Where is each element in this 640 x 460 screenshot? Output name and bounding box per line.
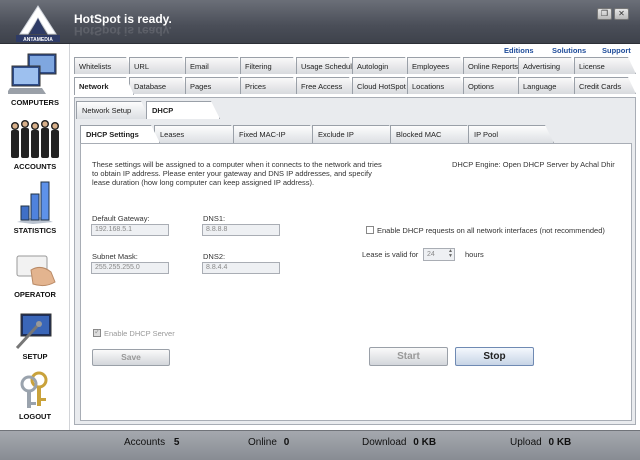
tab-database[interactable]: Database <box>129 77 190 94</box>
accounts-icon <box>11 120 59 158</box>
status-bar: Accounts 5 Online 0 Download 0 KB Upload… <box>0 430 640 460</box>
restore-button[interactable]: ❐ <box>597 8 612 20</box>
sidebar-item-label: OPERATOR <box>14 290 56 299</box>
lease-value: 24 <box>427 251 435 258</box>
tab-fixed-mac-ip[interactable]: Fixed MAC-IP <box>233 125 319 143</box>
online-label: Online <box>248 437 277 448</box>
stepper-arrows-icon[interactable]: ▲ ▼ <box>448 249 453 259</box>
operator-icon <box>16 255 56 287</box>
accounts-value: 5 <box>173 437 180 448</box>
lease-label: Lease is valid for <box>362 250 419 259</box>
tab-locations[interactable]: Locations <box>407 77 468 94</box>
tab-autologin[interactable]: Autologin <box>352 57 413 74</box>
lease-unit: hours <box>465 250 484 259</box>
app-title-reflection: HotSpot is ready. <box>74 24 172 38</box>
tab-url[interactable]: URL <box>129 57 190 74</box>
dns2-input[interactable]: 8.8.4.4 <box>202 262 280 274</box>
sidebar-item-accounts[interactable]: ACCOUNTS <box>0 118 70 171</box>
gateway-input[interactable]: 192.168.5.1 <box>91 224 169 236</box>
statistics-icon <box>17 181 53 224</box>
online-stat: Online 0 <box>248 437 289 448</box>
tab-network-setup[interactable]: Network Setup <box>76 101 150 119</box>
tab-row-1: Whitelists URL Email Filtering Usage Sch… <box>74 57 640 74</box>
gateway-label: Default Gateway: <box>92 214 150 223</box>
all-interfaces-label: Enable DHCP requests on all network inte… <box>377 226 605 235</box>
tab-ip-pool[interactable]: IP Pool <box>468 125 554 143</box>
download-label: Download <box>362 437 407 448</box>
tab-cloud-hotspot[interactable]: Cloud HotSpot <box>352 77 413 94</box>
svg-text:ANTAMEDIA: ANTAMEDIA <box>23 37 53 43</box>
link-editions[interactable]: Editions <box>504 46 534 55</box>
online-value: 0 <box>283 437 290 448</box>
sidebar-item-label: ACCOUNTS <box>13 162 57 171</box>
tab-language[interactable]: Language <box>518 77 579 94</box>
antamedia-logo: ANTAMEDIA <box>16 5 60 43</box>
title-bar: ANTAMEDIA HotSpot is ready. HotSpot is r… <box>0 0 640 44</box>
tab-email[interactable]: Email <box>185 57 246 74</box>
tab-dhcp-settings[interactable]: DHCP Settings <box>80 125 160 143</box>
start-button[interactable]: Start <box>369 347 448 366</box>
sidebar-item-statistics[interactable]: STATISTICS <box>0 178 70 235</box>
link-solutions[interactable]: Solutions <box>552 46 586 55</box>
tab-whitelists[interactable]: Whitelists <box>74 57 134 74</box>
upload-value: 0 KB <box>548 437 572 448</box>
tab-employees[interactable]: Employees <box>407 57 468 74</box>
tab-options[interactable]: Options <box>463 77 524 94</box>
tab-pages[interactable]: Pages <box>185 77 246 94</box>
computers-icon <box>8 53 57 94</box>
tab-prices[interactable]: Prices <box>240 77 301 94</box>
tab-license[interactable]: License <box>574 57 636 74</box>
sidebar-item-label: COMPUTERS <box>11 98 59 107</box>
download-stat: Download 0 KB <box>362 437 436 448</box>
all-interfaces-checkbox[interactable] <box>366 226 374 234</box>
setup-icon <box>15 313 52 350</box>
sidebar: COMPUTERS ACCOUNTS STATISTICS OPERATOR S… <box>0 44 70 430</box>
accounts-stat: Accounts 5 <box>124 437 179 448</box>
dhcp-engine-label: DHCP Engine: Open DHCP Server by Achal D… <box>452 160 615 169</box>
sidebar-item-label: SETUP <box>22 352 48 361</box>
dns1-label: DNS1: <box>203 214 226 223</box>
link-support[interactable]: Support <box>602 46 631 55</box>
tab-usage-schedule[interactable]: Usage Schedule <box>296 57 357 74</box>
dhcp-description: These settings will be assigned to a com… <box>92 160 382 187</box>
sidebar-item-operator[interactable]: OPERATOR <box>0 250 70 299</box>
lease-stepper[interactable]: 24 ▲ ▼ <box>423 248 455 261</box>
sidebar-item-computers[interactable]: COMPUTERS <box>0 52 70 107</box>
enable-dhcp-label: Enable DHCP Server <box>104 329 175 338</box>
download-value: 0 KB <box>413 437 437 448</box>
dns2-label: DNS2: <box>203 252 226 261</box>
tab-online-reports[interactable]: Online Reports <box>463 57 524 74</box>
stop-button[interactable]: Stop <box>455 347 534 366</box>
save-button[interactable]: Save <box>92 349 170 366</box>
sidebar-item-label: STATISTICS <box>13 226 57 235</box>
tab-free-access[interactable]: Free Access <box>296 77 357 94</box>
sidebar-item-label: LOGOUT <box>18 412 52 421</box>
upload-stat: Upload 0 KB <box>510 437 571 448</box>
tab-blocked-mac[interactable]: Blocked MAC <box>390 125 476 143</box>
tab-dhcp[interactable]: DHCP <box>146 101 220 119</box>
sidebar-item-setup[interactable]: SETUP <box>0 310 70 361</box>
enable-dhcp-checkbox[interactable] <box>93 327 101 337</box>
upload-label: Upload <box>510 437 542 448</box>
tab-exclude-ip[interactable]: Exclude IP <box>312 125 398 143</box>
accounts-label: Accounts <box>124 437 166 448</box>
subnet-input[interactable]: 255.255.255.0 <box>91 262 169 274</box>
subnet-label: Subnet Mask: <box>92 252 138 261</box>
tab-network[interactable]: Network <box>74 77 134 95</box>
tab-row-2: Network Database Pages Prices Free Acces… <box>74 77 640 94</box>
logout-icon <box>20 371 48 408</box>
sidebar-item-logout[interactable]: LOGOUT <box>0 370 70 421</box>
dns1-input[interactable]: 8.8.8.8 <box>202 224 280 236</box>
tab-leases[interactable]: Leases <box>154 125 240 143</box>
tab-advertising[interactable]: Advertising <box>518 57 579 74</box>
close-button[interactable]: ✕ <box>614 8 629 20</box>
tab-filtering[interactable]: Filtering <box>240 57 301 74</box>
tab-credit-cards[interactable]: Credit Cards <box>574 77 636 94</box>
